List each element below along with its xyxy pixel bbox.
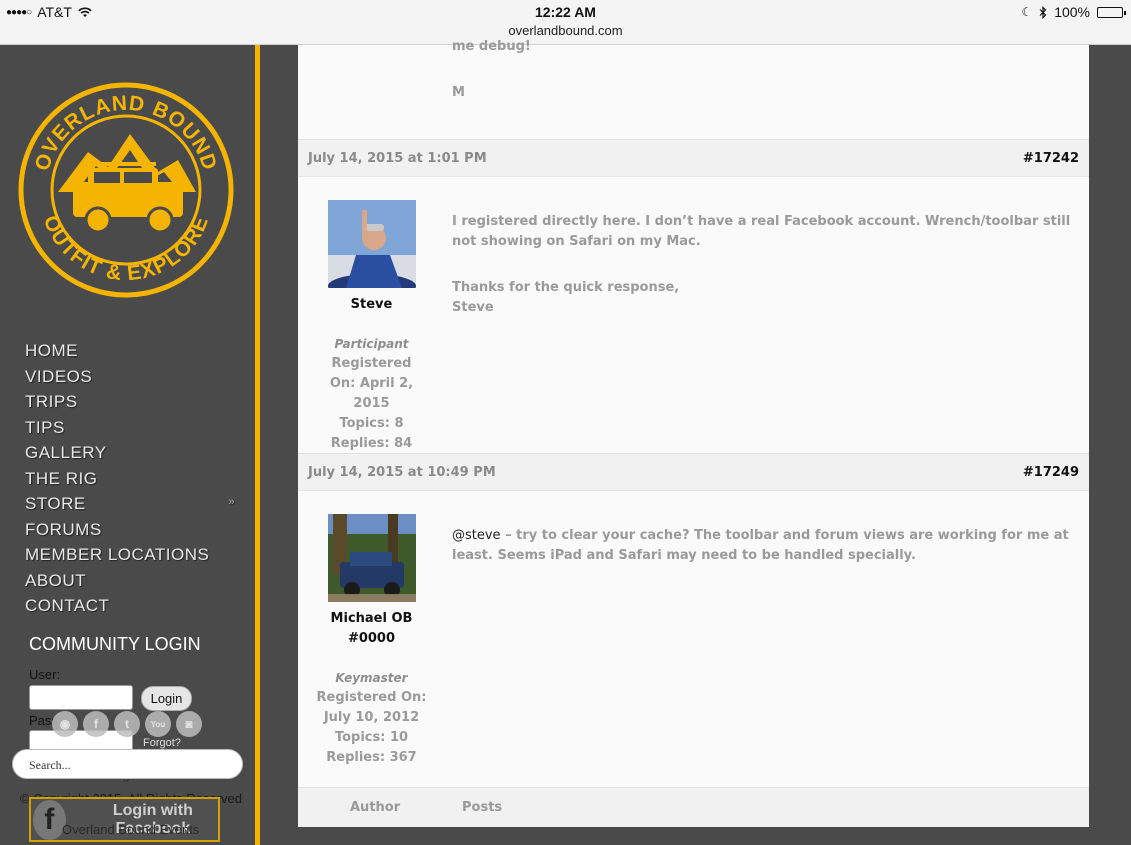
mention-link[interactable]: @steve (452, 528, 501, 543)
search-input[interactable]: Search... (12, 749, 243, 779)
footer-author-column: Author (350, 800, 401, 815)
overland-events-link[interactable]: Overland Bound Events (62, 822, 199, 837)
moon-icon: ☾ (1021, 5, 1033, 19)
facebook-logo-icon: f (33, 799, 66, 840)
post-permalink[interactable]: #17242 (1023, 151, 1079, 166)
author-registered: Registered On: July 10, 2012 (316, 690, 427, 725)
battery-percent: 100% (1054, 4, 1090, 20)
author-registered: Registered On: April 2, 2015 (329, 356, 414, 411)
author-topics: Topics: 8 (339, 416, 404, 431)
author-replies: Replies: 367 (326, 750, 417, 765)
rss-icon[interactable]: ◉ (52, 711, 78, 737)
post-header: July 14, 2015 at 10:49 PM #17249 (298, 453, 1089, 491)
post-content: @steve – try to clear your cache? The to… (452, 526, 1072, 566)
post-permalink[interactable]: #17249 (1023, 465, 1079, 480)
battery-icon (1097, 6, 1126, 18)
post-author: Steve Participant Registered On: April 2… (298, 200, 445, 454)
nav-forums[interactable]: FORUMS (25, 520, 235, 546)
nav-gallery[interactable]: GALLERY (25, 443, 235, 469)
page-bottom-strip (298, 827, 1089, 845)
content-gutter-left (260, 45, 298, 845)
instagram-icon[interactable]: ◙ (176, 711, 202, 737)
user-label: User: (29, 667, 61, 682)
post-body: Michael OB #0000 Keymaster Registered On… (298, 491, 1089, 787)
post-content: I registered directly here. I don’t have… (452, 212, 1072, 318)
previous-post-line: me debug! (452, 39, 531, 54)
previous-post-body: me debug! M (298, 39, 1089, 139)
nav-videos[interactable]: VIDEOS (25, 367, 235, 393)
post-body: Steve Participant Registered On: April 2… (298, 177, 1089, 453)
post-paragraph: I registered directly here. I don’t have… (452, 214, 1071, 249)
facebook-icon[interactable]: f (83, 711, 109, 737)
youtube-icon[interactable]: You (145, 711, 171, 737)
post-paragraph: @steve – try to clear your cache? The to… (452, 528, 1069, 563)
address-bar-url[interactable]: overlandbound.com (0, 23, 1131, 38)
author-role: Keymaster (335, 671, 408, 685)
post-header: July 14, 2015 at 1:01 PM #17242 (298, 139, 1089, 177)
nav-home[interactable]: HOME (25, 341, 235, 367)
social-icons: ◉ f t You ◙ (52, 711, 202, 737)
nav-the-rig[interactable]: THE RIG (25, 469, 235, 495)
twitter-icon[interactable]: t (114, 711, 140, 737)
author-replies: Replies: 84 (330, 436, 413, 451)
nav-contact[interactable]: CONTACT (25, 596, 235, 622)
forum-topic-content: me debug! M July 14, 2015 at 1:01 PM #17… (298, 39, 1089, 845)
clock: 12:22 AM (535, 4, 596, 20)
nav-about[interactable]: ABOUT (25, 571, 235, 597)
bluetooth-icon (1039, 5, 1047, 19)
avatar[interactable] (327, 514, 416, 602)
sidebar: OVERLAND BOUND OUTFIT & EXPLORE HOME VID… (0, 45, 256, 845)
footer-posts-column: Posts (462, 800, 503, 815)
chevron-right-icon: » (228, 496, 235, 508)
post-author: Michael OB #0000 Keymaster Registered On… (298, 514, 445, 768)
status-right-group: ☾ 100% (1021, 4, 1126, 20)
previous-post-signature: M (452, 85, 465, 100)
author-role: Participant (334, 337, 409, 351)
main-navigation: HOME VIDEOS TRIPS TIPS GALLERY THE RIG S… (25, 341, 235, 622)
nav-trips[interactable]: TRIPS (25, 392, 235, 418)
nav-member-locations[interactable]: MEMBER LOCATIONS (25, 545, 235, 571)
post-date: July 14, 2015 at 10:49 PM (308, 465, 496, 480)
nav-tips[interactable]: TIPS (25, 418, 235, 444)
login-button[interactable]: Login (141, 686, 192, 711)
topic-footer-header: Author Posts (298, 787, 1089, 827)
author-name[interactable]: Michael OB #0000 (298, 609, 445, 649)
username-input[interactable] (29, 685, 133, 710)
post-paragraph: Thanks for the quick response, Steve (452, 280, 680, 315)
content-gutter-right (1089, 45, 1131, 845)
forgot-link[interactable]: Forgot? (143, 737, 181, 749)
nav-store[interactable]: STORE» (25, 494, 235, 520)
author-name[interactable]: Steve (298, 295, 445, 315)
overland-bound-logo[interactable]: OVERLAND BOUND OUTFIT & EXPLORE (18, 82, 234, 298)
post-date: July 14, 2015 at 1:01 PM (308, 151, 487, 166)
community-login-heading: COMMUNITY LOGIN (29, 634, 201, 654)
avatar[interactable] (327, 200, 416, 288)
author-topics: Topics: 10 (334, 730, 409, 745)
